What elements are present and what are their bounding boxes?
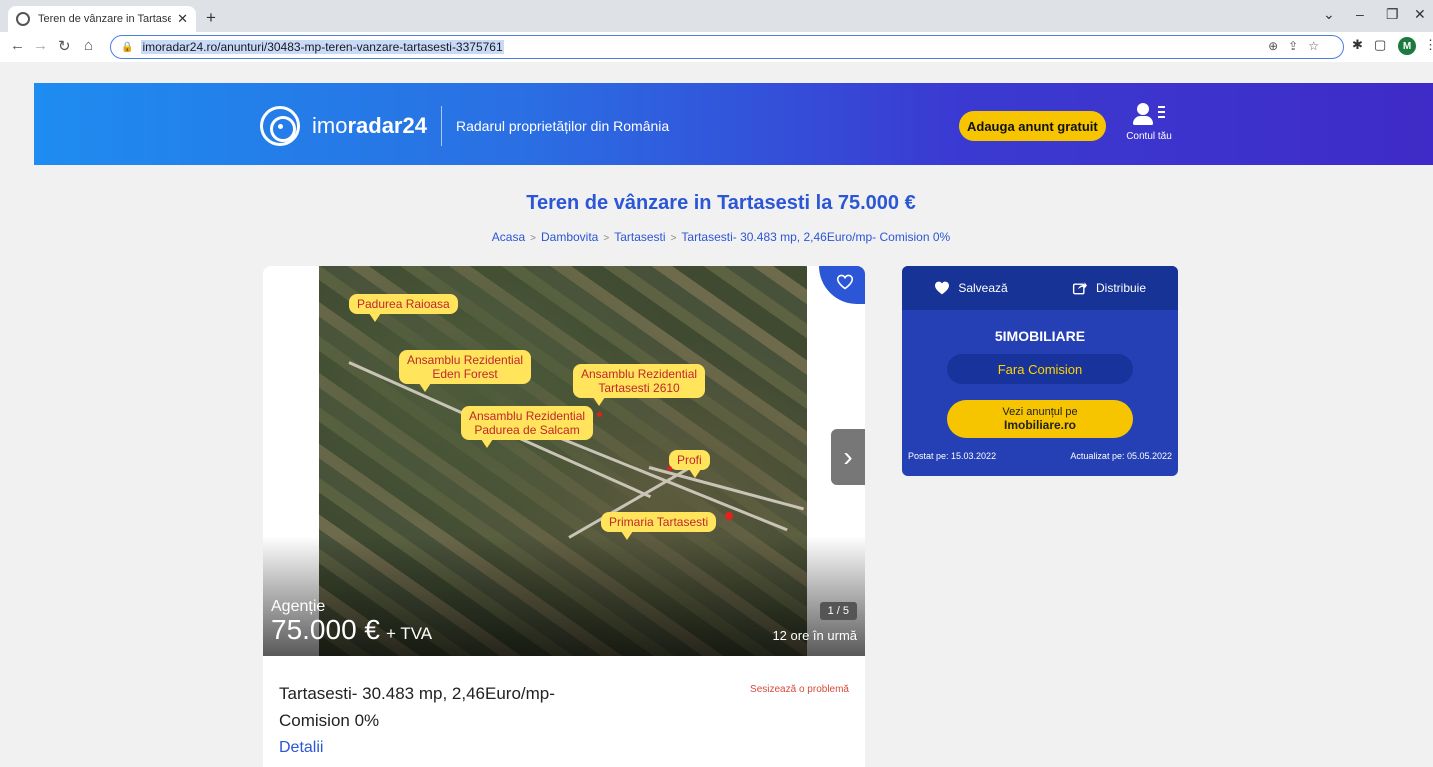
location-pin-icon — [597, 412, 602, 417]
save-label: Salvează — [958, 281, 1008, 295]
back-icon[interactable]: ← — [10, 37, 25, 54]
breadcrumb: Acasa > Dambovita > Tartasesti > Tartasesti- 3… — [0, 230, 1433, 244]
portal-line-2: Imobiliare.ro — [1003, 418, 1077, 432]
browser-tab[interactable]: Teren de vânzare in Tartasesti la ✕ — [8, 6, 196, 32]
chevron-right-icon: > — [603, 233, 610, 244]
listing-price: 75.000 € + TVA — [271, 614, 433, 645]
tab-close-icon[interactable]: ✕ — [177, 11, 188, 27]
site-tagline: Radarul proprietăților din România — [455, 118, 670, 134]
new-tab-icon[interactable]: + — [206, 8, 216, 28]
share-label: Distribuie — [1095, 281, 1146, 295]
heart-icon — [935, 281, 950, 295]
breadcrumb-county[interactable]: Dambovita — [541, 230, 598, 244]
listing-title: Tartasesti- 30.483 mp, 2,46Euro/mp- Comi… — [279, 684, 555, 730]
omnibox-actions-icon[interactable]: ⊕⇪☆ — [1268, 39, 1329, 53]
report-problem-link[interactable]: Sesizează o problemă — [750, 684, 849, 695]
chevron-right-icon: > — [670, 233, 677, 244]
account-label: Contul tău — [1126, 131, 1172, 142]
share-icon — [1072, 282, 1087, 295]
add-listing-button[interactable]: Adauga anunt gratuit — [959, 111, 1106, 141]
lock-icon: 🔒 — [121, 41, 134, 53]
map-label: Primaria Tartasesti — [601, 512, 717, 540]
view-on-portal-button[interactable]: Vezi anunțul pe Imobiliare.ro — [947, 400, 1133, 438]
restore-icon[interactable]: ❐ — [1386, 6, 1399, 23]
chevron-right-icon: > — [530, 233, 536, 244]
share-button[interactable]: Distribuie — [1040, 281, 1178, 295]
commission-badge: Fara Comision — [947, 354, 1133, 384]
location-pin-icon — [725, 512, 733, 520]
save-button[interactable]: Salvează — [902, 281, 1040, 295]
tab-title: Teren de vânzare in Tartasesti la — [38, 13, 172, 25]
favorite-button[interactable] — [819, 266, 865, 304]
minimize-icon[interactable]: – — [1356, 6, 1364, 22]
chevron-right-icon: › — [843, 441, 853, 472]
browser-tab-bar: Teren de vânzare in Tartasesti la ✕ + ⌄ … — [0, 0, 1433, 32]
side-panel-icon[interactable]: ▢ — [1374, 37, 1386, 53]
user-menu-icon — [1131, 103, 1167, 127]
next-photo-button[interactable]: › — [831, 429, 865, 485]
heart-outline-icon — [836, 274, 854, 290]
listing-photo-gallery[interactable]: Padurea Raioasa Ansamblu Rezidential Ede… — [263, 266, 865, 656]
map-label: Ansamblu Rezidential Tartasesti 2610 — [573, 364, 706, 406]
map-label: Padurea Raioasa — [349, 294, 458, 322]
radar-logo-icon — [260, 106, 300, 146]
map-label: Ansamblu Rezidential Padurea de Salcam — [461, 406, 594, 448]
listing-dates: Postat pe: 15.03.2022 Actualizat pe: 05.… — [902, 438, 1178, 461]
logo-divider — [440, 106, 442, 146]
agency-panel: Salvează Distribuie 5IMOBILIARE Fara Com… — [902, 266, 1178, 476]
panel-actions: Salvează Distribuie — [902, 266, 1178, 310]
account-menu[interactable]: Contul tău — [1119, 103, 1179, 142]
url-text[interactable]: imoradar24.ro/anunturi/30483-mp-teren-va… — [141, 40, 504, 54]
breadcrumb-home[interactable]: Acasa — [492, 230, 525, 244]
location-pin-icon — [667, 466, 672, 471]
listing-card: Padurea Raioasa Ansamblu Rezidential Ede… — [263, 266, 865, 767]
agency-name[interactable]: 5IMOBILIARE — [902, 328, 1178, 344]
window-close-icon[interactable]: ✕ — [1414, 6, 1426, 23]
extensions-icon[interactable]: ✱ — [1352, 37, 1363, 53]
photo-counter: 1 / 5 — [819, 602, 857, 620]
details-link[interactable]: Detalii — [279, 739, 323, 757]
listing-age: 12 ore în urmă — [772, 628, 857, 643]
breadcrumb-listing[interactable]: Tartasesti- 30.483 mp, 2,46Euro/mp- Comi… — [681, 230, 950, 244]
browser-menu-icon[interactable]: ⋮ — [1424, 37, 1433, 53]
profile-avatar[interactable]: M — [1398, 37, 1416, 55]
address-bar[interactable]: 🔒 imoradar24.ro/anunturi/30483-mp-teren-… — [110, 35, 1344, 59]
site-favicon-icon — [16, 12, 30, 26]
home-icon[interactable]: ⌂ — [84, 37, 93, 54]
forward-icon[interactable]: → — [33, 37, 48, 54]
tab-search-icon[interactable]: ⌄ — [1323, 6, 1335, 23]
updated-date: Actualizat pe: 05.05.2022 — [1070, 451, 1172, 461]
page-title: Teren de vânzare in Tartasesti la 75.000… — [526, 192, 916, 214]
map-label: Ansamblu Rezidential Eden Forest — [399, 350, 532, 392]
site-logo[interactable]: imoradar24 Radarul proprietăților din Ro… — [260, 106, 669, 146]
site-header: imoradar24 Radarul proprietăților din Ro… — [34, 83, 1433, 165]
posted-date: Postat pe: 15.03.2022 — [908, 451, 997, 461]
logo-text: imoradar24 — [312, 113, 427, 138]
map-label: Profi — [669, 450, 710, 478]
breadcrumb-locality[interactable]: Tartasesti — [614, 230, 665, 244]
browser-toolbar: ← → ↻ ⌂ 🔒 imoradar24.ro/anunturi/30483-m… — [0, 32, 1433, 62]
reload-icon[interactable]: ↻ — [58, 37, 71, 55]
